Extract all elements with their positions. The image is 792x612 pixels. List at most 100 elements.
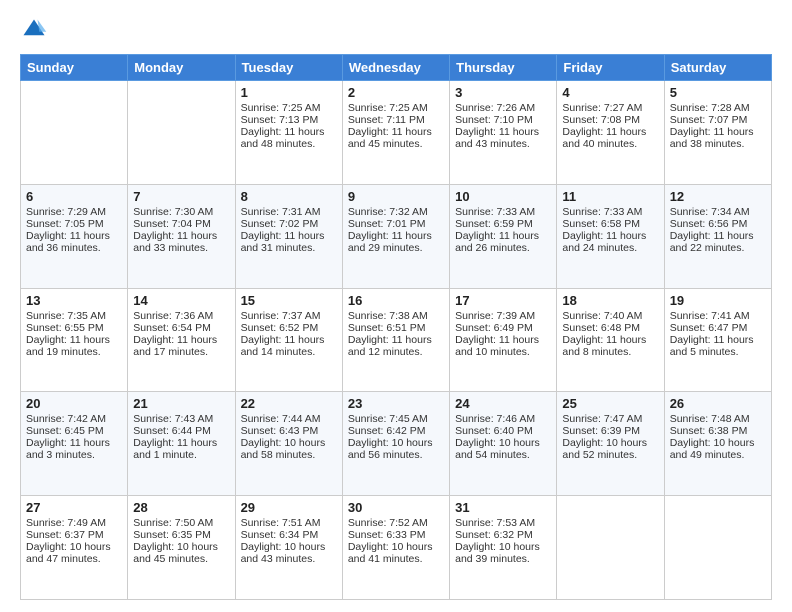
day-number: 16: [348, 293, 444, 308]
logo-icon: [20, 16, 48, 44]
sunset-text: Sunset: 6:56 PM: [670, 218, 748, 230]
calendar-cell: 21Sunrise: 7:43 AMSunset: 6:44 PMDayligh…: [128, 392, 235, 496]
day-number: 11: [562, 189, 658, 204]
sunrise-text: Sunrise: 7:49 AM: [26, 517, 106, 529]
calendar-cell: 11Sunrise: 7:33 AMSunset: 6:58 PMDayligh…: [557, 184, 664, 288]
sunset-text: Sunset: 6:39 PM: [562, 425, 640, 437]
calendar-week-row: 27Sunrise: 7:49 AMSunset: 6:37 PMDayligh…: [21, 496, 772, 600]
sunrise-text: Sunrise: 7:48 AM: [670, 413, 750, 425]
day-number: 28: [133, 500, 229, 515]
sunset-text: Sunset: 6:54 PM: [133, 322, 211, 334]
day-number: 19: [670, 293, 766, 308]
sunset-text: Sunset: 6:48 PM: [562, 322, 640, 334]
calendar-cell: 1Sunrise: 7:25 AMSunset: 7:13 PMDaylight…: [235, 81, 342, 185]
daylight-text: Daylight: 10 hours and 39 minutes.: [455, 541, 540, 565]
calendar-cell: [664, 496, 771, 600]
sunrise-text: Sunrise: 7:41 AM: [670, 310, 750, 322]
calendar-cell: 29Sunrise: 7:51 AMSunset: 6:34 PMDayligh…: [235, 496, 342, 600]
day-number: 30: [348, 500, 444, 515]
calendar-cell: 2Sunrise: 7:25 AMSunset: 7:11 PMDaylight…: [342, 81, 449, 185]
calendar-cell: 15Sunrise: 7:37 AMSunset: 6:52 PMDayligh…: [235, 288, 342, 392]
sunset-text: Sunset: 7:04 PM: [133, 218, 211, 230]
sunset-text: Sunset: 6:44 PM: [133, 425, 211, 437]
calendar-cell: 20Sunrise: 7:42 AMSunset: 6:45 PMDayligh…: [21, 392, 128, 496]
sunrise-text: Sunrise: 7:27 AM: [562, 102, 642, 114]
daylight-text: Daylight: 10 hours and 58 minutes.: [241, 437, 326, 461]
sunrise-text: Sunrise: 7:44 AM: [241, 413, 321, 425]
daylight-text: Daylight: 11 hours and 48 minutes.: [241, 126, 325, 150]
daylight-text: Daylight: 11 hours and 43 minutes.: [455, 126, 539, 150]
day-header-sunday: Sunday: [21, 55, 128, 81]
sunset-text: Sunset: 6:37 PM: [26, 529, 104, 541]
daylight-text: Daylight: 10 hours and 43 minutes.: [241, 541, 326, 565]
sunset-text: Sunset: 6:34 PM: [241, 529, 319, 541]
day-number: 6: [26, 189, 122, 204]
sunrise-text: Sunrise: 7:51 AM: [241, 517, 321, 529]
daylight-text: Daylight: 11 hours and 3 minutes.: [26, 437, 110, 461]
day-number: 25: [562, 396, 658, 411]
sunrise-text: Sunrise: 7:36 AM: [133, 310, 213, 322]
calendar-cell: 9Sunrise: 7:32 AMSunset: 7:01 PMDaylight…: [342, 184, 449, 288]
sunset-text: Sunset: 7:10 PM: [455, 114, 533, 126]
daylight-text: Daylight: 10 hours and 41 minutes.: [348, 541, 433, 565]
day-header-thursday: Thursday: [450, 55, 557, 81]
sunrise-text: Sunrise: 7:52 AM: [348, 517, 428, 529]
calendar-cell: 19 Sunrise: 7:41 AMSunset: 6:47 PMDayligh…: [664, 288, 771, 392]
calendar-cell: 31Sunrise: 7:53 AMSunset: 6:32 PMDayligh…: [450, 496, 557, 600]
sunrise-text: Sunrise: 7:33 AM: [455, 206, 535, 218]
sunset-text: Sunset: 6:32 PM: [455, 529, 533, 541]
day-number: 9: [348, 189, 444, 204]
day-number: 18: [562, 293, 658, 308]
sunrise-text: Sunrise: 7:28 AM: [670, 102, 750, 114]
daylight-text: Daylight: 11 hours and 19 minutes.: [26, 334, 110, 358]
daylight-text: Daylight: 11 hours and 8 minutes.: [562, 334, 646, 358]
sunrise-text: Sunrise: 7:43 AM: [133, 413, 213, 425]
sunset-text: Sunset: 6:42 PM: [348, 425, 426, 437]
calendar: SundayMondayTuesdayWednesdayThursdayFrid…: [20, 54, 772, 600]
daylight-text: Daylight: 11 hours and 38 minutes.: [670, 126, 754, 150]
day-number: 3: [455, 85, 551, 100]
sunset-text: Sunset: 6:43 PM: [241, 425, 319, 437]
sunrise-text: Sunrise: 7:50 AM: [133, 517, 213, 529]
daylight-text: Daylight: 11 hours and 5 minutes.: [670, 334, 754, 358]
daylight-text: Daylight: 11 hours and 12 minutes.: [348, 334, 432, 358]
sunset-text: Sunset: 6:55 PM: [26, 322, 104, 334]
sunset-text: Sunset: 6:52 PM: [241, 322, 319, 334]
day-header-tuesday: Tuesday: [235, 55, 342, 81]
sunset-text: Sunset: 6:38 PM: [670, 425, 748, 437]
sunrise-text: Sunrise: 7:29 AM: [26, 206, 106, 218]
sunset-text: Sunset: 7:05 PM: [26, 218, 104, 230]
calendar-cell: 14Sunrise: 7:36 AMSunset: 6:54 PMDayligh…: [128, 288, 235, 392]
calendar-cell: 8Sunrise: 7:31 AMSunset: 7:02 PMDaylight…: [235, 184, 342, 288]
daylight-text: Daylight: 11 hours and 31 minutes.: [241, 230, 325, 254]
sunset-text: Sunset: 6:51 PM: [348, 322, 426, 334]
day-number: 7: [133, 189, 229, 204]
calendar-cell: 5Sunrise: 7:28 AMSunset: 7:07 PMDaylight…: [664, 81, 771, 185]
daylight-text: Daylight: 10 hours and 56 minutes.: [348, 437, 433, 461]
sunrise-text: Sunrise: 7:25 AM: [241, 102, 321, 114]
calendar-cell: 6Sunrise: 7:29 AMSunset: 7:05 PMDaylight…: [21, 184, 128, 288]
sunrise-text: Sunrise: 7:26 AM: [455, 102, 535, 114]
daylight-text: Daylight: 11 hours and 10 minutes.: [455, 334, 539, 358]
day-number: 1: [241, 85, 337, 100]
day-header-monday: Monday: [128, 55, 235, 81]
sunset-text: Sunset: 6:47 PM: [670, 322, 748, 334]
sunset-text: Sunset: 6:35 PM: [133, 529, 211, 541]
sunrise-text: Sunrise: 7:45 AM: [348, 413, 428, 425]
day-number: 14: [133, 293, 229, 308]
calendar-cell: [128, 81, 235, 185]
sunrise-text: Sunrise: 7:35 AM: [26, 310, 106, 322]
calendar-cell: 28 Sunrise: 7:50 AMSunset: 6:35 PMDayligh…: [128, 496, 235, 600]
calendar-week-row: 13Sunrise: 7:35 AMSunset: 6:55 PMDayligh…: [21, 288, 772, 392]
calendar-week-row: 1Sunrise: 7:25 AMSunset: 7:13 PMDaylight…: [21, 81, 772, 185]
sunrise-text: Sunrise: 7:39 AM: [455, 310, 535, 322]
calendar-cell: 17Sunrise: 7:39 AMSunset: 6:49 PMDayligh…: [450, 288, 557, 392]
calendar-cell: 18Sunrise: 7:40 AMSunset: 6:48 PMDayligh…: [557, 288, 664, 392]
daylight-text: Daylight: 11 hours and 29 minutes.: [348, 230, 432, 254]
sunrise-text: Sunrise: 7:25 AM: [348, 102, 428, 114]
daylight-text: Daylight: 10 hours and 47 minutes.: [26, 541, 111, 565]
sunset-text: Sunset: 6:33 PM: [348, 529, 426, 541]
daylight-text: Daylight: 10 hours and 45 minutes.: [133, 541, 218, 565]
sunrise-text: Sunrise: 7:31 AM: [241, 206, 321, 218]
calendar-cell: 12Sunrise: 7:34 AMSunset: 6:56 PMDayligh…: [664, 184, 771, 288]
